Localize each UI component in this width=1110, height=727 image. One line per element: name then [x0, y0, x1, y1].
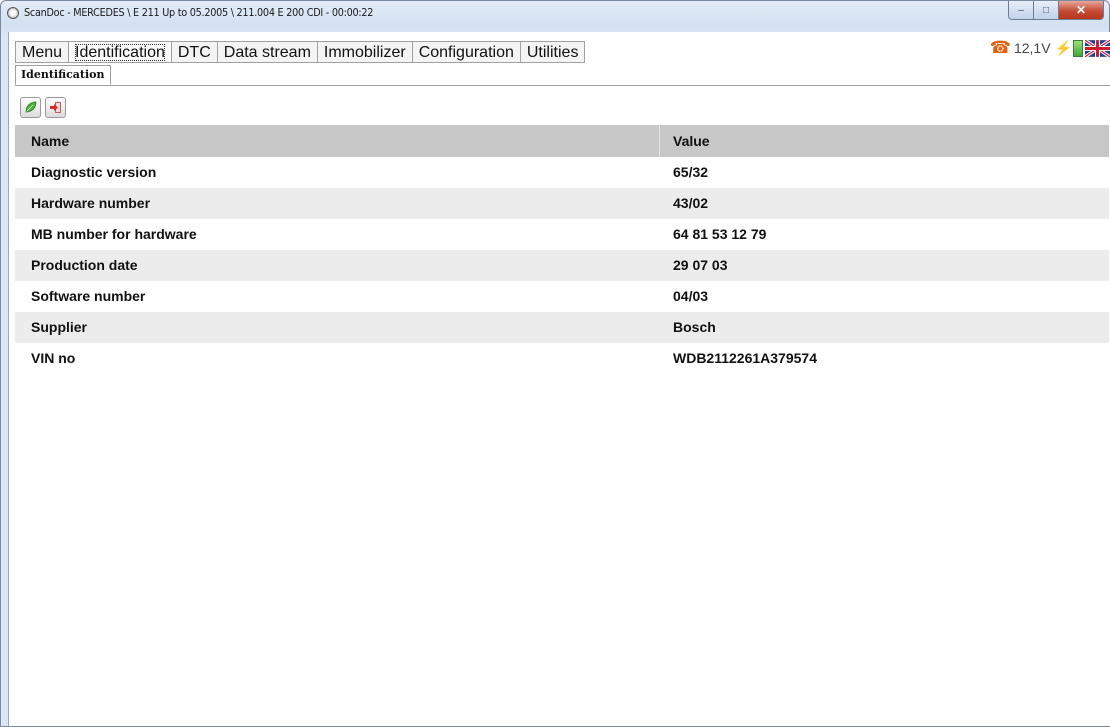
table-row[interactable]: VIN no WDB2112261A379574 — [15, 343, 1109, 374]
row-name: Supplier — [31, 319, 88, 335]
table-row[interactable]: MB number for hardware 64 81 53 12 79 — [15, 219, 1109, 250]
main-menu-tabs: Menu Identification DTC Data stream Immo… — [15, 41, 586, 63]
minimize-icon: – — [1018, 4, 1024, 16]
phone-icon: ☎ — [989, 38, 1011, 57]
row-name: Diagnostic version — [31, 164, 157, 180]
row-value: WDB2112261A379574 — [673, 350, 817, 366]
tab-data-stream[interactable]: Data stream — [216, 41, 317, 63]
tab-label: Data stream — [223, 44, 311, 61]
export-button[interactable] — [45, 97, 66, 118]
table-header: Name Value — [15, 125, 1109, 157]
maximize-icon: □ — [1042, 4, 1050, 16]
title-bar[interactable]: ScanDoc - MERCEDES \ E 211 Up to 05.2005… — [1, 1, 1109, 25]
row-value: 43/02 — [673, 195, 709, 211]
window-controls: – □ ✕ — [1008, 1, 1104, 20]
app-window: ScanDoc - MERCEDES \ E 211 Up to 05.2005… — [0, 0, 1110, 727]
tab-utilities[interactable]: Utilities — [519, 41, 586, 63]
tab-label: Configuration — [418, 44, 514, 61]
row-value: Bosch — [673, 319, 716, 335]
table-row[interactable]: Software number 04/03 — [15, 281, 1109, 312]
row-name: VIN no — [31, 350, 76, 366]
battery-plug-icon: ⚡ — [1055, 39, 1083, 57]
tab-label: Menu — [22, 44, 63, 61]
export-arrow-icon — [50, 102, 61, 113]
status-area: ☎ 12,1V ⚡ — [990, 38, 1110, 58]
maximize-button[interactable]: □ — [1034, 1, 1059, 20]
identification-table: Name Value Diagnostic version 65/32 Hard… — [15, 125, 1109, 374]
row-value: 29 07 03 — [673, 257, 728, 273]
voltage-readout: 12,1V — [1013, 40, 1051, 56]
tab-configuration[interactable]: Configuration — [411, 41, 520, 63]
tab-label: DTC — [177, 44, 211, 61]
tab-label: Immobilizer — [323, 44, 406, 61]
row-name: Software number — [31, 288, 146, 304]
sub-tab-strip: Identification — [15, 63, 1110, 86]
close-button[interactable]: ✕ — [1059, 1, 1104, 20]
column-header-name[interactable]: Name — [15, 125, 660, 157]
column-header-value[interactable]: Value — [660, 125, 710, 157]
row-name: Production date — [31, 257, 138, 273]
row-value: 65/32 — [673, 164, 709, 180]
refresh-button[interactable] — [20, 97, 41, 118]
tab-identification[interactable]: Identification — [68, 41, 171, 63]
green-leaf-icon — [25, 101, 37, 113]
tab-label: Identification — [75, 44, 165, 61]
window-title: ScanDoc - MERCEDES \ E 211 Up to 05.2005… — [24, 6, 374, 19]
table-row[interactable]: Supplier Bosch — [15, 312, 1109, 343]
close-icon: ✕ — [1075, 3, 1087, 17]
app-icon — [7, 7, 19, 19]
tab-label: Utilities — [526, 44, 579, 61]
row-name: MB number for hardware — [31, 226, 197, 242]
row-value: 04/03 — [673, 288, 709, 304]
row-name: Hardware number — [31, 195, 151, 211]
row-value: 64 81 53 12 79 — [673, 226, 767, 242]
tab-dtc[interactable]: DTC — [170, 41, 217, 63]
tab-immobilizer[interactable]: Immobilizer — [316, 41, 412, 63]
table-row[interactable]: Diagnostic version 65/32 — [15, 157, 1109, 188]
tab-menu[interactable]: Menu — [15, 41, 69, 63]
table-body: Diagnostic version 65/32 Hardware number… — [15, 157, 1109, 374]
table-row[interactable]: Hardware number 43/02 — [15, 188, 1109, 219]
subtab-identification[interactable]: Identification — [15, 65, 111, 85]
toolbar — [20, 97, 66, 119]
uk-flag-icon[interactable] — [1085, 39, 1110, 57]
minimize-button[interactable]: – — [1008, 1, 1034, 20]
table-row[interactable]: Production date 29 07 03 — [15, 250, 1109, 281]
